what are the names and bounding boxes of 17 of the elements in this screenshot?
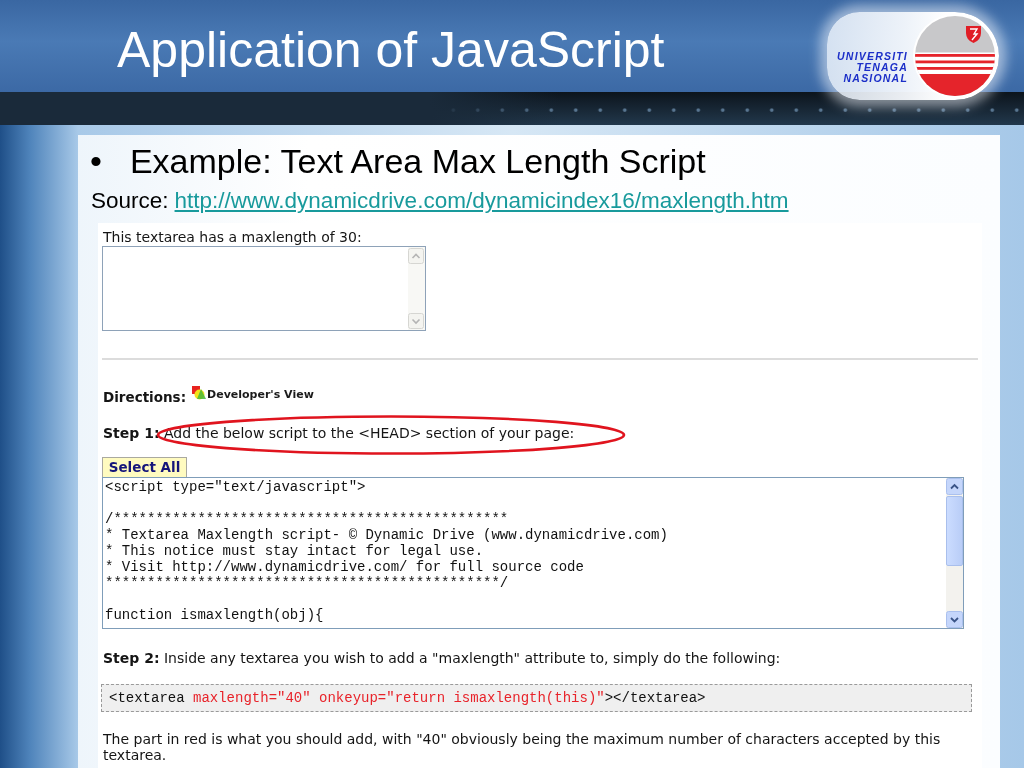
directions-label: Directions: xyxy=(103,388,187,405)
code-textarea[interactable] xyxy=(102,476,964,629)
developer-view-link[interactable]: Developer's View xyxy=(207,387,314,402)
source-label: Source: xyxy=(91,188,169,214)
code-snippet: <textarea maxlength="40" onkeyup="return ismaxlength(this)"></textarea> xyxy=(101,683,972,712)
note-text: The part in red is what you should add, with "40" obviously being the maximum number of characters accepted by this textarea. xyxy=(103,730,942,763)
textarea-label: This textarea has a maxlength of 30: xyxy=(103,228,362,245)
slide-title: Application of JavaScript xyxy=(117,22,665,80)
step-instruction: Step 2: Inside any textarea you wish to add a "maxlength" attribute to, simply do the following: xyxy=(103,649,781,666)
emblem-icon xyxy=(913,14,997,98)
code-text: <script type="text/javascript"> /*********************************************** * Textarea Maxlength script- © Dynamic Drive (www.dynamicdrive.com) * This notice must stay intact for legal use. * Visit http://www.dynamicdrive.com/ for full source code ***********************************************/ function ismaxlength(obj){ xyxy=(104,477,668,623)
bullet-marker: • xyxy=(90,142,102,182)
scrollbar-thumb[interactable] xyxy=(946,495,963,566)
select-all-button[interactable]: Select All xyxy=(102,456,187,477)
bullet-heading: Example: Text Area Max Length Script xyxy=(129,142,706,182)
logo-wordmark: UNIVERSITI TENAGA NASIONAL xyxy=(837,51,908,84)
color-shapes-icon xyxy=(192,385,207,400)
